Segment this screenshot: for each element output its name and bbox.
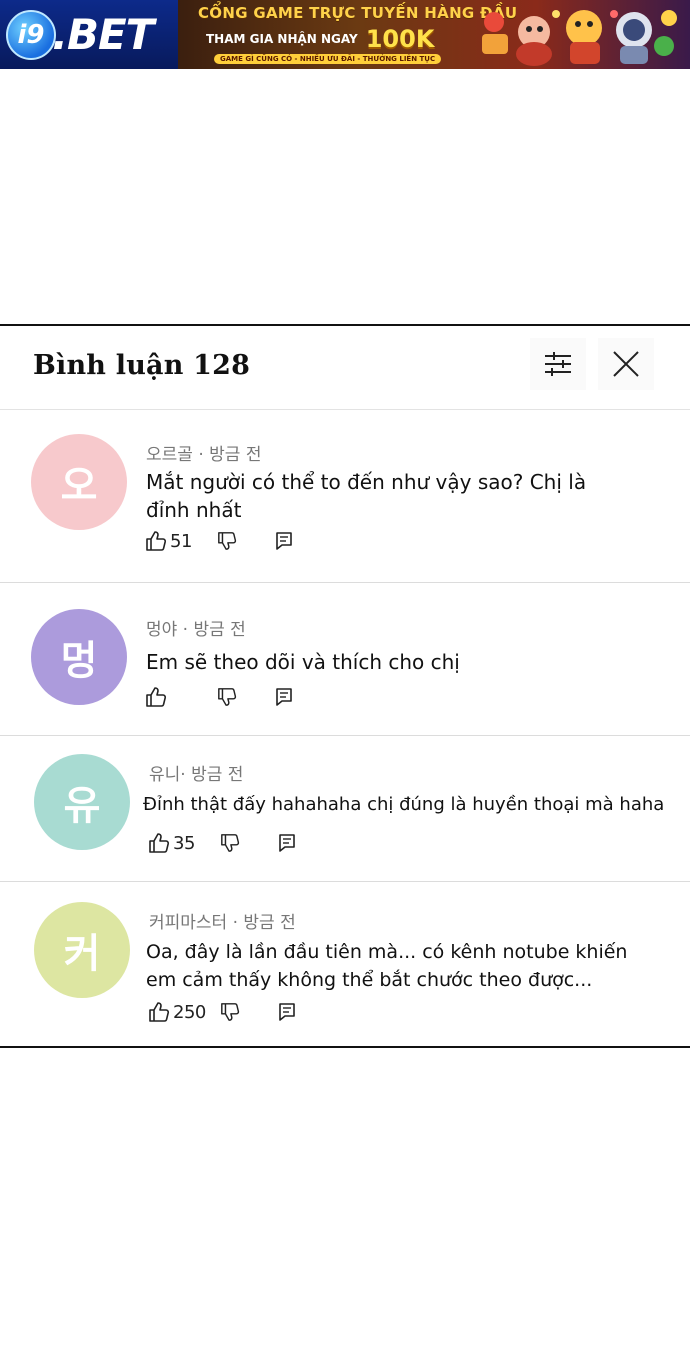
comment-meta: 오르골 · 방금 전 xyxy=(146,445,262,465)
comment-meta: 커피마스터 · 방금 전 xyxy=(149,913,296,933)
dislike-button[interactable] xyxy=(220,999,240,1025)
like-button[interactable]: 51 xyxy=(145,528,192,554)
like-count: 35 xyxy=(173,832,195,854)
like-button[interactable]: 250 xyxy=(148,999,206,1025)
dislike-button[interactable] xyxy=(217,528,237,554)
logo-word: .BET xyxy=(52,10,154,59)
comment-actions: 51 xyxy=(145,528,305,554)
comment-body: Đỉnh thật đấy hahahaha chị đúng là huyền… xyxy=(143,791,664,819)
thumbs-down-icon xyxy=(218,688,237,706)
comment-actions: 35 xyxy=(148,830,308,856)
comments-header: Bình luận 128 xyxy=(0,326,690,410)
promo-headline: CỔNG GAME TRỰC TUYẾN HÀNG ĐẦU xyxy=(198,4,518,22)
comment-body-line: Mắt người có thể to đến như vậy sao? Chị… xyxy=(146,470,587,494)
comment-meta: 유니· 방금 전 xyxy=(149,765,244,785)
reply-button[interactable] xyxy=(278,830,296,856)
promo-area: CỔNG GAME TRỰC TUYẾN HÀNG ĐẦU THAM GIA N… xyxy=(178,0,690,69)
promo-tagline: GAME GÌ CŨNG CÓ - NHIỀU ƯU ĐÃI - THƯỞNG … xyxy=(214,54,442,64)
avatar[interactable]: 커 xyxy=(34,902,130,998)
close-icon xyxy=(613,351,639,377)
avatar[interactable]: 오 xyxy=(31,434,127,530)
thumbs-up-icon xyxy=(146,531,167,551)
like-count: 250 xyxy=(173,1001,206,1023)
comment-body-line: Em sẽ theo dõi và thích cho chị xyxy=(146,650,460,674)
sliders-icon xyxy=(545,352,571,376)
promo-offer-amount: 100K xyxy=(365,25,435,53)
comment-meta: 멍야 · 방금 전 xyxy=(146,620,246,640)
comment-body-line: em cảm thấy không thể bắt chước theo đượ… xyxy=(146,969,593,991)
avatar[interactable]: 멍 xyxy=(31,609,127,705)
like-button[interactable]: 35 xyxy=(148,830,195,856)
comment-body: Mắt người có thể to đến như vậy sao? Chị… xyxy=(146,468,586,524)
comment-actions: 250 xyxy=(148,999,308,1025)
comment-body: Oa, đây là lần đầu tiên mà... có kênh no… xyxy=(146,938,627,994)
brand-logo: i9 .BET xyxy=(0,0,178,69)
comments-title: Bình luận 128 xyxy=(33,350,251,381)
reply-button[interactable] xyxy=(275,684,293,710)
comment-actions xyxy=(145,684,305,710)
close-button[interactable] xyxy=(598,338,654,390)
comment-body-line: Oa, đây là lần đầu tiên mà... có kênh no… xyxy=(146,941,628,963)
thumbs-down-icon xyxy=(218,532,237,550)
thumbs-down-icon xyxy=(221,834,240,852)
comment-item: 멍 멍야 · 방금 전 Em sẽ theo dõi và thích cho … xyxy=(0,583,690,736)
thumbs-up-icon xyxy=(146,687,167,707)
logo-mark: i9 xyxy=(6,9,56,60)
reply-icon xyxy=(276,688,292,706)
thumbs-up-icon xyxy=(149,833,170,853)
comment-body-line: Đỉnh thật đấy hahahaha chị đúng là huyền… xyxy=(143,794,665,815)
promo-offer: THAM GIA NHẬN NGAY 100K xyxy=(206,25,434,53)
comment-item: 커 커피마스터 · 방금 전 Oa, đây là lần đầu tiên m… xyxy=(0,882,690,1046)
reply-icon xyxy=(276,532,292,550)
dislike-button[interactable] xyxy=(217,684,237,710)
ad-banner[interactable]: i9 .BET CỔNG GAME TRỰC TUYẾN HÀNG ĐẦU TH… xyxy=(0,0,690,69)
reply-icon xyxy=(279,834,295,852)
comment-item: 오 오르골 · 방금 전 Mắt người có thể to đến như… xyxy=(0,411,690,583)
promo-characters-illustration xyxy=(482,10,677,66)
reply-button[interactable] xyxy=(275,528,293,554)
promo-offer-text: THAM GIA NHẬN NGAY xyxy=(206,32,358,46)
thumbs-down-icon xyxy=(221,1003,240,1021)
dislike-button[interactable] xyxy=(220,830,240,856)
comment-body: Em sẽ theo dõi và thích cho chị xyxy=(146,648,460,676)
like-count: 51 xyxy=(170,530,192,552)
comment-item: 유 유니· 방금 전 Đỉnh thật đấy hahahaha chị đú… xyxy=(0,736,690,882)
reply-button[interactable] xyxy=(278,999,296,1025)
reply-icon xyxy=(279,1003,295,1021)
like-button[interactable] xyxy=(145,684,170,710)
comments-panel: Bình luận 128 오 오르골 · 방금 전 Mắt người có … xyxy=(0,324,690,1048)
avatar[interactable]: 유 xyxy=(34,754,130,850)
filter-button[interactable] xyxy=(530,338,586,390)
comment-body-line: đỉnh nhất xyxy=(146,498,242,522)
thumbs-up-icon xyxy=(149,1002,170,1022)
